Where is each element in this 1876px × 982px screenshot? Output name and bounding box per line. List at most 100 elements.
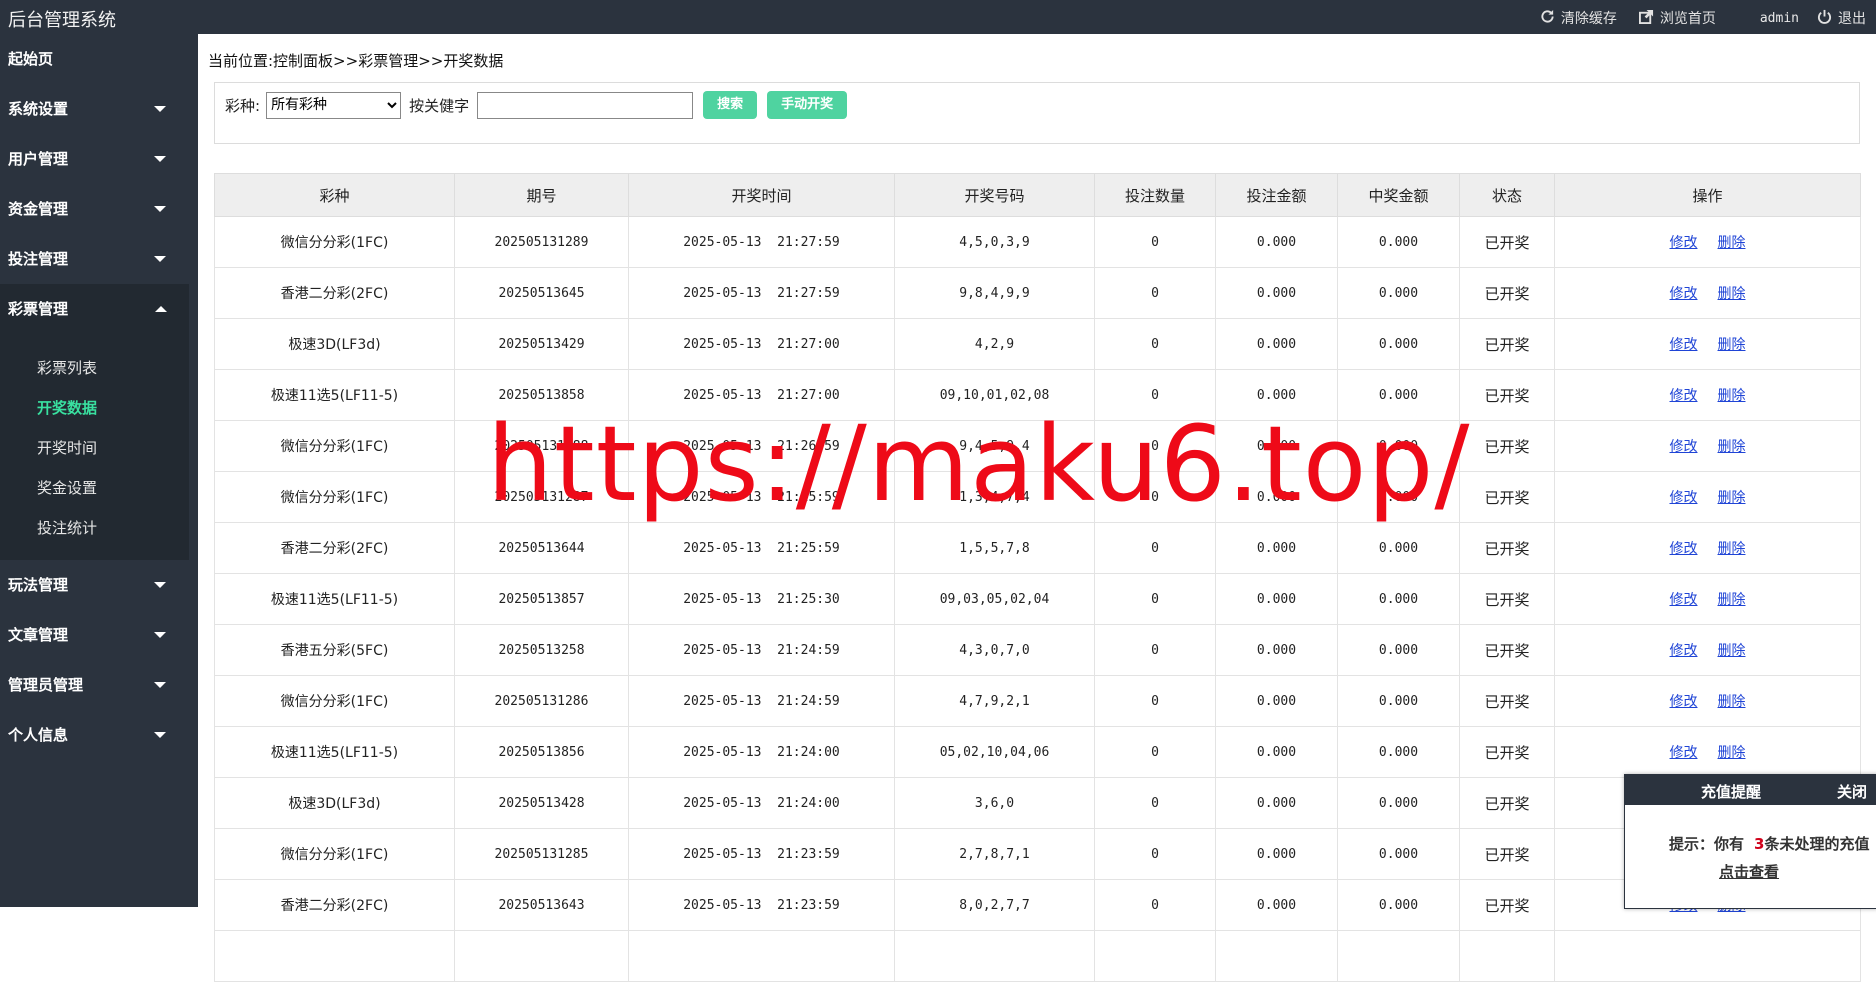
actions-cell: 修改 删除 (1554, 675, 1861, 727)
popup-close-button[interactable]: 关闭 (1837, 781, 1867, 802)
lottery-type-cell: 微信分分彩(1FC) (214, 675, 455, 727)
win-amount-cell: 0.000 (1337, 216, 1460, 268)
edit-link[interactable]: 修改 (1670, 694, 1698, 710)
delete-link[interactable]: 删除 (1718, 541, 1746, 557)
keyword-label: 按关健字 (409, 96, 470, 115)
bet-amount-cell: 0.000 (1215, 777, 1338, 829)
delete-link[interactable]: 删除 (1718, 235, 1746, 251)
sidebar-item-funds-management[interactable]: 资金管理 (0, 184, 198, 234)
delete-link[interactable]: 删除 (1718, 337, 1746, 353)
sidebar-subitem-prize-settings[interactable]: 奖金设置 (0, 468, 189, 508)
manual-draw-button[interactable]: 手动开奖 (767, 91, 848, 119)
draw-numbers-cell: 09,10,01,02,08 (894, 369, 1095, 421)
sidebar-item-label: 用户管理 (8, 150, 69, 168)
lottery-type-select[interactable]: 所有彩种 (266, 91, 402, 119)
sidebar-subitem-draw-time[interactable]: 开奖时间 (0, 428, 189, 468)
chevron-down-icon (154, 732, 166, 738)
edit-link[interactable]: 修改 (1670, 490, 1698, 506)
sidebar-item-lottery-management[interactable]: 彩票管理 (0, 284, 189, 334)
logout-button[interactable]: 退出 (1817, 8, 1866, 28)
draw-numbers-cell: 4,3,0,7,0 (894, 624, 1095, 676)
status-cell: 已开奖 (1459, 624, 1555, 676)
sidebar-item-label: 彩票管理 (8, 300, 69, 318)
issue-number-cell: 20250513428 (454, 777, 629, 829)
draw-numbers-cell: 05,02,10,04,06 (894, 726, 1095, 778)
delete-link[interactable]: 删除 (1718, 643, 1746, 659)
edit-link[interactable]: 修改 (1670, 235, 1698, 251)
sidebar-item-article-management[interactable]: 文章管理 (0, 610, 198, 660)
lottery-type-cell: 香港五分彩(5FC) (214, 624, 455, 676)
edit-link[interactable]: 修改 (1670, 592, 1698, 608)
win-amount-cell: 0.000 (1337, 675, 1460, 727)
sidebar-item-user-management[interactable]: 用户管理 (0, 134, 198, 184)
sidebar-item-home[interactable]: 起始页 (0, 34, 198, 84)
column-header: 中奖金额 (1337, 173, 1460, 217)
draw-time-cell: 2025-05-13 21:23:59 (628, 879, 895, 931)
delete-link[interactable]: 删除 (1718, 286, 1746, 302)
sidebar-subitem-lottery-list[interactable]: 彩票列表 (0, 348, 189, 388)
issue-number-cell: 20250513645 (454, 267, 629, 319)
delete-link[interactable]: 删除 (1718, 694, 1746, 710)
draw-time-cell: 2025-05-13 21:24:59 (628, 624, 895, 676)
issue-number-cell: 202505131288 (454, 420, 629, 472)
table-row: 微信分分彩(1FC) 202505131288 2025-05-13 21:26:5… (214, 420, 1861, 472)
sidebar-item-gameplay-management[interactable]: 玩法管理 (0, 560, 198, 610)
popup-message: 提示：你有 3条未处理的充值 (1669, 833, 1869, 854)
sidebar-subitem-bet-statistics[interactable]: 投注统计 (0, 508, 189, 548)
draw-numbers-cell (894, 930, 1095, 982)
sidebar-item-bet-management[interactable]: 投注管理 (0, 234, 198, 284)
table-row: 极速3D(LF3d) 20250513428 2025-05-13 21:24:00… (214, 777, 1861, 829)
edit-link[interactable]: 修改 (1670, 745, 1698, 761)
sidebar-item-system-settings[interactable]: 系统设置 (0, 84, 198, 134)
bet-count-cell (1094, 930, 1216, 982)
keyword-input[interactable] (477, 91, 694, 119)
draw-numbers-cell: 4,5,0,3,9 (894, 216, 1095, 268)
clear-cache-button[interactable]: 清除缓存 (1540, 8, 1617, 28)
column-header: 操作 (1554, 173, 1861, 217)
bet-count-cell: 0 (1094, 726, 1216, 778)
sidebar-item-admin-management[interactable]: 管理员管理 (0, 660, 198, 710)
delete-link[interactable]: 删除 (1718, 490, 1746, 506)
browse-home-button[interactable]: 浏览首页 (1638, 8, 1716, 28)
edit-link[interactable]: 修改 (1670, 541, 1698, 557)
table-body: 微信分分彩(1FC) 202505131289 2025-05-13 21:27:5… (214, 216, 1861, 982)
popup-header: 充值提醒 关闭 (1625, 775, 1876, 805)
status-cell: 已开奖 (1459, 573, 1555, 625)
popup-view-link[interactable]: 点击查看 (1719, 861, 1779, 882)
sidebar-item-label: 起始页 (8, 50, 54, 68)
delete-link[interactable]: 删除 (1718, 439, 1746, 455)
chevron-down-icon (154, 682, 166, 688)
status-cell (1459, 930, 1555, 982)
delete-link[interactable]: 删除 (1718, 388, 1746, 404)
issue-number-cell: 20250513644 (454, 522, 629, 574)
bet-amount-cell (1215, 930, 1338, 982)
draw-numbers-cell: 2,7,8,7,1 (894, 828, 1095, 880)
delete-link[interactable]: 删除 (1718, 745, 1746, 761)
delete-link[interactable]: 删除 (1718, 592, 1746, 608)
table-row: 极速11选5(LF11-5) 20250513856 2025-05-13 21:2… (214, 726, 1861, 778)
edit-link[interactable]: 修改 (1670, 286, 1698, 302)
actions-cell: 修改 删除 (1554, 216, 1861, 268)
edit-link[interactable]: 修改 (1670, 439, 1698, 455)
table-row: 微信分分彩(1FC) 202505131287 2025-05-13 21:25:5… (214, 471, 1861, 523)
edit-link[interactable]: 修改 (1670, 643, 1698, 659)
lottery-type-cell: 微信分分彩(1FC) (214, 828, 455, 880)
edit-link[interactable]: 修改 (1670, 337, 1698, 353)
chevron-down-icon (154, 256, 166, 262)
search-button[interactable]: 搜索 (703, 91, 758, 119)
draw-numbers-cell: 3,6,0 (894, 777, 1095, 829)
bet-count-cell: 0 (1094, 471, 1216, 523)
bet-count-cell: 0 (1094, 777, 1216, 829)
app-title: 后台管理系统 (8, 10, 116, 31)
issue-number-cell: 202505131287 (454, 471, 629, 523)
lottery-type-cell: 微信分分彩(1FC) (214, 216, 455, 268)
bet-count-cell: 0 (1094, 624, 1216, 676)
draw-time-cell: 2025-05-13 21:25:30 (628, 573, 895, 625)
bet-amount-cell: 0.000 (1215, 522, 1338, 574)
refresh-icon (1540, 9, 1561, 28)
sidebar-subitem-draw-data[interactable]: 开奖数据 (0, 388, 189, 428)
edit-link[interactable]: 修改 (1670, 388, 1698, 404)
table-row: 微信分分彩(1FC) 202505131285 2025-05-13 21:23:5… (214, 828, 1861, 880)
sidebar-item-personal-info[interactable]: 个人信息 (0, 710, 198, 760)
popup-title: 充值提醒 (1701, 783, 1762, 801)
